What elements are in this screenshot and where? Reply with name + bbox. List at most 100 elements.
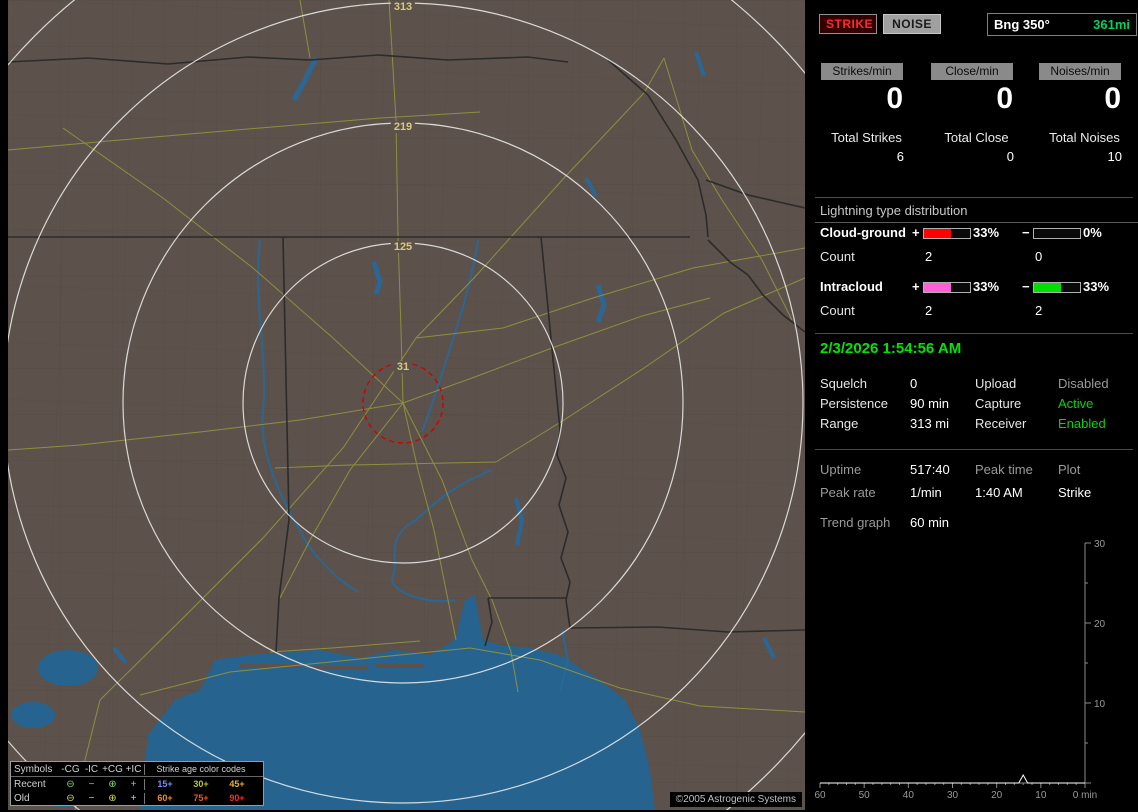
map-legend: Symbols -CG -IC +CG +IC Strike age color… bbox=[10, 761, 264, 806]
pos-ic-icon: + bbox=[123, 778, 145, 790]
svg-text:50: 50 bbox=[859, 790, 871, 801]
plot-label: Plot bbox=[1058, 462, 1081, 477]
total-close-label: Total Close bbox=[944, 130, 1009, 145]
svg-text:0 min: 0 min bbox=[1073, 790, 1097, 801]
legend-old-row: Old ⊖ − ⊕ + 60+ 75+ 90+ bbox=[11, 791, 263, 805]
neg-cg-icon: ⊖ bbox=[66, 792, 75, 804]
squelch-label: Squelch bbox=[820, 376, 867, 391]
intracloud-label: Intracloud bbox=[820, 279, 883, 294]
ic-plus-bar bbox=[923, 282, 971, 293]
total-strikes-value: 6 bbox=[896, 149, 904, 164]
status-panel: STRIKE NOISE Bng 350° 361mi Strikes/min … bbox=[815, 0, 1138, 812]
ic-plus-count: 2 bbox=[925, 303, 933, 318]
minus-sign: − bbox=[1022, 225, 1030, 240]
legend-symbols-header: Symbols bbox=[14, 763, 53, 775]
strikes-per-min-chip: Strikes/min bbox=[821, 63, 903, 80]
cg-plus-pct: 33% bbox=[973, 225, 1000, 240]
copyright-label: ©2005 Astrogenic Systems bbox=[669, 792, 802, 807]
trend-window-value: 60 min bbox=[910, 515, 950, 530]
svg-text:30: 30 bbox=[1094, 539, 1106, 550]
upload-status: Disabled bbox=[1058, 376, 1109, 391]
total-noises-label: Total Noises bbox=[1049, 130, 1120, 145]
strike-mode-button[interactable]: STRIKE bbox=[819, 14, 877, 34]
legend-recent-row: Recent ⊖ − ⊕ + 15+ 30+ 45+ bbox=[11, 777, 263, 791]
count-label: Count bbox=[820, 249, 855, 264]
recent-label: Recent bbox=[14, 778, 46, 790]
noise-mode-button[interactable]: NOISE bbox=[883, 14, 941, 34]
pos-ic-header: +IC bbox=[123, 763, 145, 775]
plus-sign: + bbox=[912, 225, 920, 240]
neg-cg-header: -CG bbox=[61, 763, 80, 775]
legend-header-row: Symbols -CG -IC +CG +IC Strike age color… bbox=[11, 762, 263, 777]
bearing-distance: 361mi bbox=[1093, 17, 1130, 32]
svg-text:40: 40 bbox=[903, 790, 915, 801]
bearing-label: Bng 350° bbox=[994, 17, 1050, 32]
age-75: 75+ bbox=[193, 793, 209, 803]
capture-status: Active bbox=[1058, 396, 1094, 411]
peak-rate-value: 1/min bbox=[910, 485, 942, 500]
ic-plus-pct: 33% bbox=[973, 279, 1000, 294]
peak-rate-label: Peak rate bbox=[820, 485, 876, 500]
range-label: Range bbox=[820, 416, 859, 431]
datetime-display: 2/3/2026 1:54:56 AM bbox=[820, 340, 962, 357]
cg-minus-pct: 0% bbox=[1083, 225, 1102, 240]
trend-chart: 10 20 30 60 50 40 30 20 10 0 min bbox=[815, 539, 1106, 801]
distribution-title: Lightning type distribution bbox=[815, 203, 1138, 223]
pos-ic-icon: + bbox=[123, 792, 145, 804]
age-30: 30+ bbox=[193, 779, 209, 789]
age-15: 15+ bbox=[157, 779, 173, 789]
trend-graph-label: Trend graph bbox=[820, 515, 891, 530]
range-ring-label: 125 bbox=[390, 241, 416, 253]
app-window: 313 219 125 31 Symbols -CG -IC +CG +IC S… bbox=[0, 0, 1138, 812]
neg-cg-icon: ⊖ bbox=[66, 778, 75, 790]
ic-minus-bar bbox=[1033, 282, 1081, 293]
range-ring-label: 313 bbox=[390, 1, 416, 13]
close-per-min-value: 0 bbox=[996, 82, 1013, 115]
ic-minus-count: 2 bbox=[1035, 303, 1043, 318]
count-label: Count bbox=[820, 303, 855, 318]
bearing-display: Bng 350° 361mi bbox=[987, 13, 1137, 36]
total-noises-value: 10 bbox=[1107, 149, 1122, 164]
svg-text:60: 60 bbox=[815, 790, 826, 801]
noises-per-min-value: 0 bbox=[1104, 82, 1121, 115]
range-ring-label: 219 bbox=[390, 121, 416, 133]
pos-cg-icon: ⊕ bbox=[108, 778, 117, 790]
age-90: 90+ bbox=[229, 793, 245, 803]
cg-minus-bar bbox=[1033, 228, 1081, 239]
noises-per-min-chip: Noises/min bbox=[1039, 63, 1121, 80]
pos-cg-header: +CG bbox=[102, 763, 123, 775]
range-value: 313 mi bbox=[910, 416, 950, 431]
minus-sign: − bbox=[1022, 279, 1030, 294]
lightning-map[interactable]: 313 219 125 31 Symbols -CG -IC +CG +IC S… bbox=[8, 0, 805, 810]
pos-cg-icon: ⊕ bbox=[108, 792, 117, 804]
neg-ic-icon: − bbox=[88, 792, 95, 804]
receiver-status: Enabled bbox=[1058, 416, 1106, 431]
cg-plus-count: 2 bbox=[925, 249, 933, 264]
svg-text:30: 30 bbox=[947, 790, 959, 801]
persistence-label: Persistence bbox=[820, 396, 888, 411]
svg-text:20: 20 bbox=[991, 790, 1003, 801]
uptime-label: Uptime bbox=[820, 462, 862, 477]
divider bbox=[815, 449, 1133, 450]
upload-label: Upload bbox=[975, 376, 1017, 391]
plus-sign: + bbox=[912, 279, 920, 294]
cg-plus-bar bbox=[923, 228, 971, 239]
receiver-label: Receiver bbox=[975, 416, 1027, 431]
svg-text:10: 10 bbox=[1035, 790, 1047, 801]
uptime-value: 517:40 bbox=[910, 462, 950, 477]
svg-text:20: 20 bbox=[1094, 619, 1106, 630]
cloud-ground-label: Cloud-ground bbox=[820, 225, 906, 240]
total-strikes-label: Total Strikes bbox=[831, 130, 902, 145]
old-label: Old bbox=[14, 792, 30, 804]
peak-time-label: Peak time bbox=[975, 462, 1033, 477]
svg-text:10: 10 bbox=[1094, 699, 1106, 710]
neg-ic-icon: − bbox=[88, 778, 95, 790]
strikes-per-min-value: 0 bbox=[886, 82, 903, 115]
range-ring-label: 31 bbox=[393, 361, 413, 373]
age-45: 45+ bbox=[229, 779, 245, 789]
neg-ic-header: -IC bbox=[84, 763, 99, 775]
cg-minus-count: 0 bbox=[1035, 249, 1043, 264]
close-per-min-chip: Close/min bbox=[931, 63, 1013, 80]
age-60: 60+ bbox=[157, 793, 173, 803]
capture-label: Capture bbox=[975, 396, 1022, 411]
